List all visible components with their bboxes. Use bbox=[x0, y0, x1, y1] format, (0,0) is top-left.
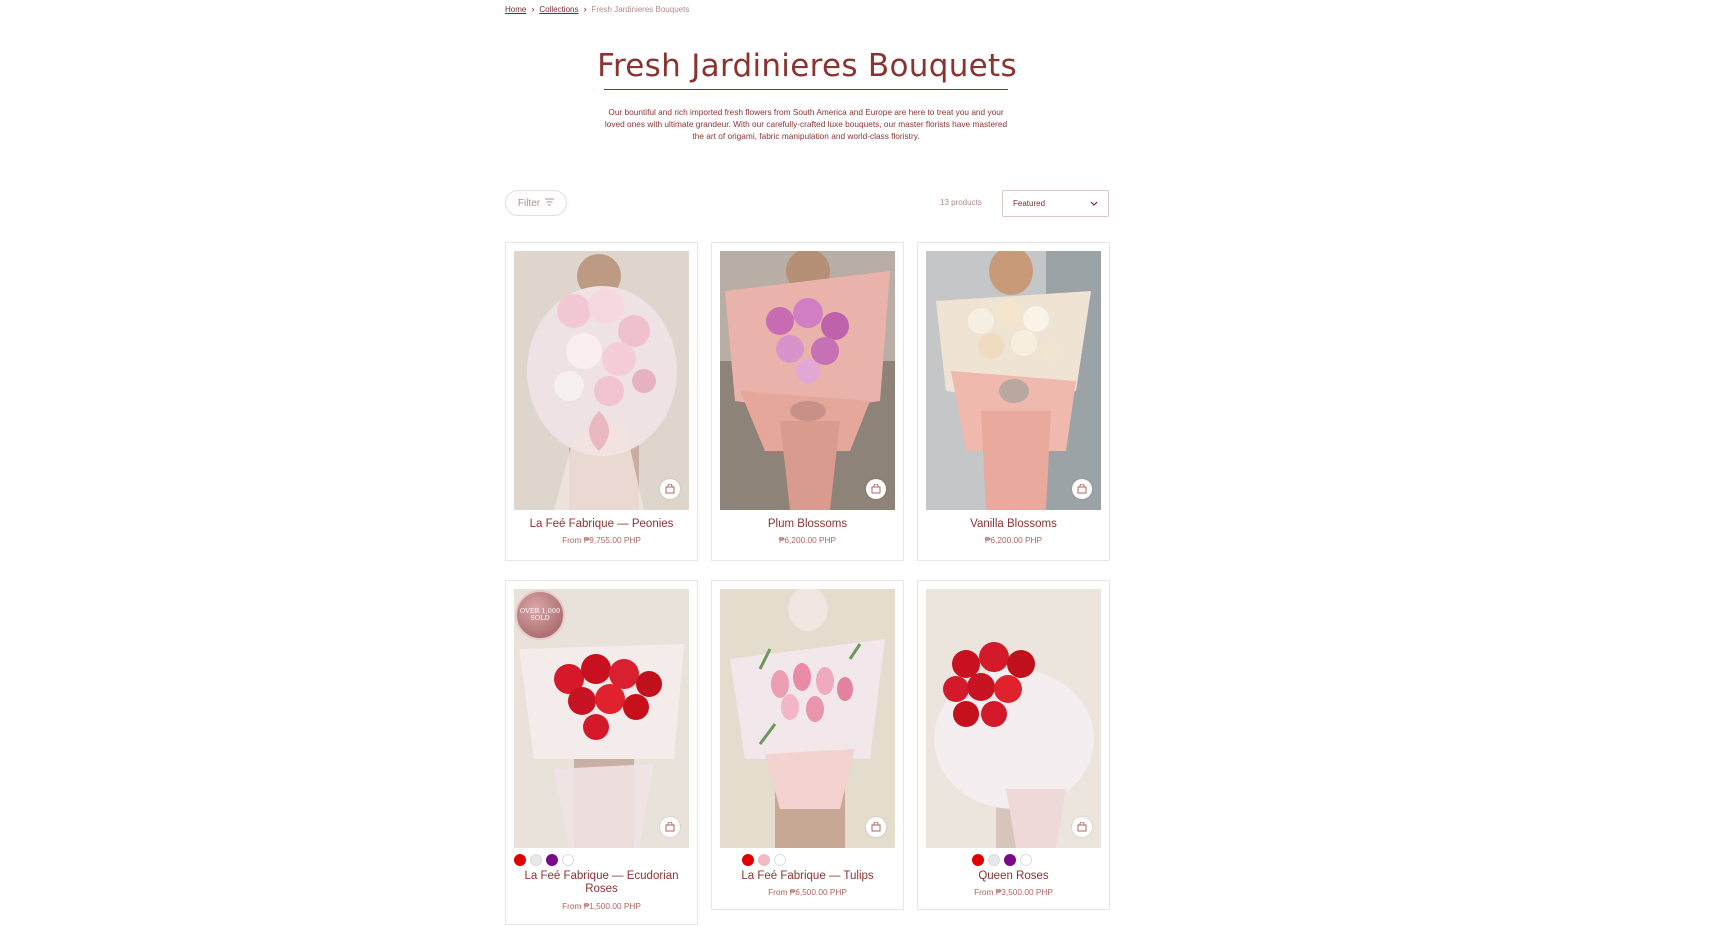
shopping-bag-icon bbox=[665, 484, 675, 494]
product-price: From ₱3,500.00 PHP bbox=[974, 887, 1053, 897]
product-name[interactable]: La Feé Fabrique — Tulips bbox=[712, 870, 903, 883]
product-image[interactable] bbox=[720, 589, 895, 848]
product-name[interactable]: Plum Blossoms bbox=[712, 518, 903, 531]
color-swatch-red[interactable] bbox=[972, 854, 984, 866]
filter-button[interactable]: Filter bbox=[505, 190, 567, 216]
breadcrumb-collections-link[interactable]: Collections bbox=[539, 5, 578, 14]
quick-add-button[interactable] bbox=[1072, 479, 1092, 499]
color-swatch-white[interactable] bbox=[774, 854, 786, 866]
sort-value: Featured bbox=[1013, 199, 1046, 208]
color-swatch-purple[interactable] bbox=[546, 854, 558, 866]
shopping-bag-icon bbox=[871, 484, 881, 494]
filter-icon bbox=[545, 198, 555, 209]
collection-description: Our bountiful and rich imported fresh fl… bbox=[604, 107, 1008, 141]
product-card[interactable]: OVER 1,000 SOLD La Feé Fabrique — Ecudor… bbox=[505, 580, 698, 925]
product-card[interactable]: La Feé Fabrique — Peonies From ₱9,755.00… bbox=[505, 242, 698, 561]
title-divider bbox=[604, 89, 1008, 90]
quick-add-button[interactable] bbox=[866, 817, 886, 837]
shopping-bag-icon bbox=[1077, 822, 1087, 832]
product-card[interactable]: Queen Roses From ₱3,500.00 PHP bbox=[917, 580, 1110, 910]
product-count: 13 products bbox=[940, 198, 982, 207]
product-price: From ₱1,500.00 PHP bbox=[562, 901, 641, 911]
color-swatch-red[interactable] bbox=[742, 854, 754, 866]
color-swatch-pink[interactable] bbox=[758, 854, 770, 866]
breadcrumb: Home › Collections › Fresh Jardinieres B… bbox=[505, 4, 689, 14]
product-price: From ₱9,755.00 PHP bbox=[562, 535, 641, 545]
chevron-right-icon: › bbox=[531, 4, 535, 14]
shopping-bag-icon bbox=[1077, 484, 1087, 494]
color-swatch-white[interactable] bbox=[988, 854, 1000, 866]
color-swatch-white[interactable] bbox=[530, 854, 542, 866]
product-name[interactable]: Queen Roses bbox=[918, 870, 1109, 883]
product-image[interactable] bbox=[720, 251, 895, 510]
filter-label: Filter bbox=[517, 197, 541, 209]
color-swatches bbox=[514, 854, 574, 866]
product-image[interactable] bbox=[926, 589, 1101, 848]
shopping-bag-icon bbox=[665, 822, 675, 832]
product-price: ₱6,200.00 PHP bbox=[778, 535, 837, 545]
color-swatches bbox=[742, 854, 786, 866]
product-name[interactable]: La Feé Fabrique — Ecudorian Roses bbox=[506, 870, 697, 896]
color-swatch-clear[interactable] bbox=[1020, 854, 1032, 866]
quick-add-button[interactable] bbox=[1072, 817, 1092, 837]
product-price: ₱6,200.00 PHP bbox=[984, 535, 1043, 545]
chevron-right-icon: › bbox=[583, 4, 587, 14]
color-swatch-red[interactable] bbox=[514, 854, 526, 866]
color-swatches bbox=[972, 854, 1032, 866]
breadcrumb-current: Fresh Jardinieres Bouquets bbox=[591, 4, 690, 14]
color-swatch-clear[interactable] bbox=[562, 854, 574, 866]
product-name[interactable]: La Feé Fabrique — Peonies bbox=[506, 518, 697, 531]
quick-add-button[interactable] bbox=[866, 479, 886, 499]
breadcrumb-home-link[interactable]: Home bbox=[505, 5, 526, 14]
product-image[interactable] bbox=[514, 251, 689, 510]
sold-count-badge: OVER 1,000 SOLD bbox=[515, 590, 565, 640]
page-title: Fresh Jardinieres Bouquets bbox=[597, 48, 1017, 84]
product-card[interactable]: Vanilla Blossoms ₱6,200.00 PHP bbox=[917, 242, 1110, 561]
chevron-down-icon bbox=[1090, 199, 1098, 208]
color-swatch-purple[interactable] bbox=[1004, 854, 1016, 866]
product-card[interactable]: Plum Blossoms ₱6,200.00 PHP bbox=[711, 242, 904, 561]
quick-add-button[interactable] bbox=[660, 817, 680, 837]
sort-select[interactable]: Featured bbox=[1002, 190, 1109, 217]
shopping-bag-icon bbox=[871, 822, 881, 832]
quick-add-button[interactable] bbox=[660, 479, 680, 499]
product-name[interactable]: Vanilla Blossoms bbox=[918, 518, 1109, 531]
product-image[interactable] bbox=[926, 251, 1101, 510]
product-price: From ₱6,500.00 PHP bbox=[768, 887, 847, 897]
product-card[interactable]: La Feé Fabrique — Tulips From ₱6,500.00 … bbox=[711, 580, 904, 910]
